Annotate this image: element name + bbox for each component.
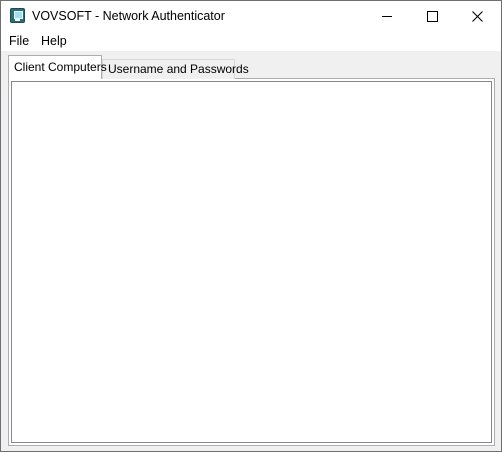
menu-help[interactable]: Help — [40, 34, 68, 48]
window-title: VOVSOFT - Network Authenticator — [32, 9, 225, 23]
tab-panel-client-computers — [8, 78, 495, 446]
tab-client-computers[interactable]: Client Computers — [8, 55, 107, 79]
close-button[interactable] — [455, 1, 500, 31]
menu-file[interactable]: File — [8, 34, 30, 48]
minimize-icon — [382, 16, 392, 17]
app-window: VOVSOFT - Network Authenticator File Hel… — [0, 0, 502, 452]
title-bar[interactable]: VOVSOFT - Network Authenticator — [1, 1, 501, 31]
client-computers-list[interactable] — [11, 81, 492, 443]
maximize-icon — [427, 11, 438, 22]
minimize-button[interactable] — [365, 1, 410, 31]
maximize-button[interactable] — [410, 1, 455, 31]
menu-bar: File Help — [1, 31, 501, 51]
close-icon — [472, 11, 483, 22]
network-computer-icon[interactable] — [10, 8, 25, 23]
tab-username-and-passwords[interactable]: Username and Passwords — [102, 59, 249, 79]
